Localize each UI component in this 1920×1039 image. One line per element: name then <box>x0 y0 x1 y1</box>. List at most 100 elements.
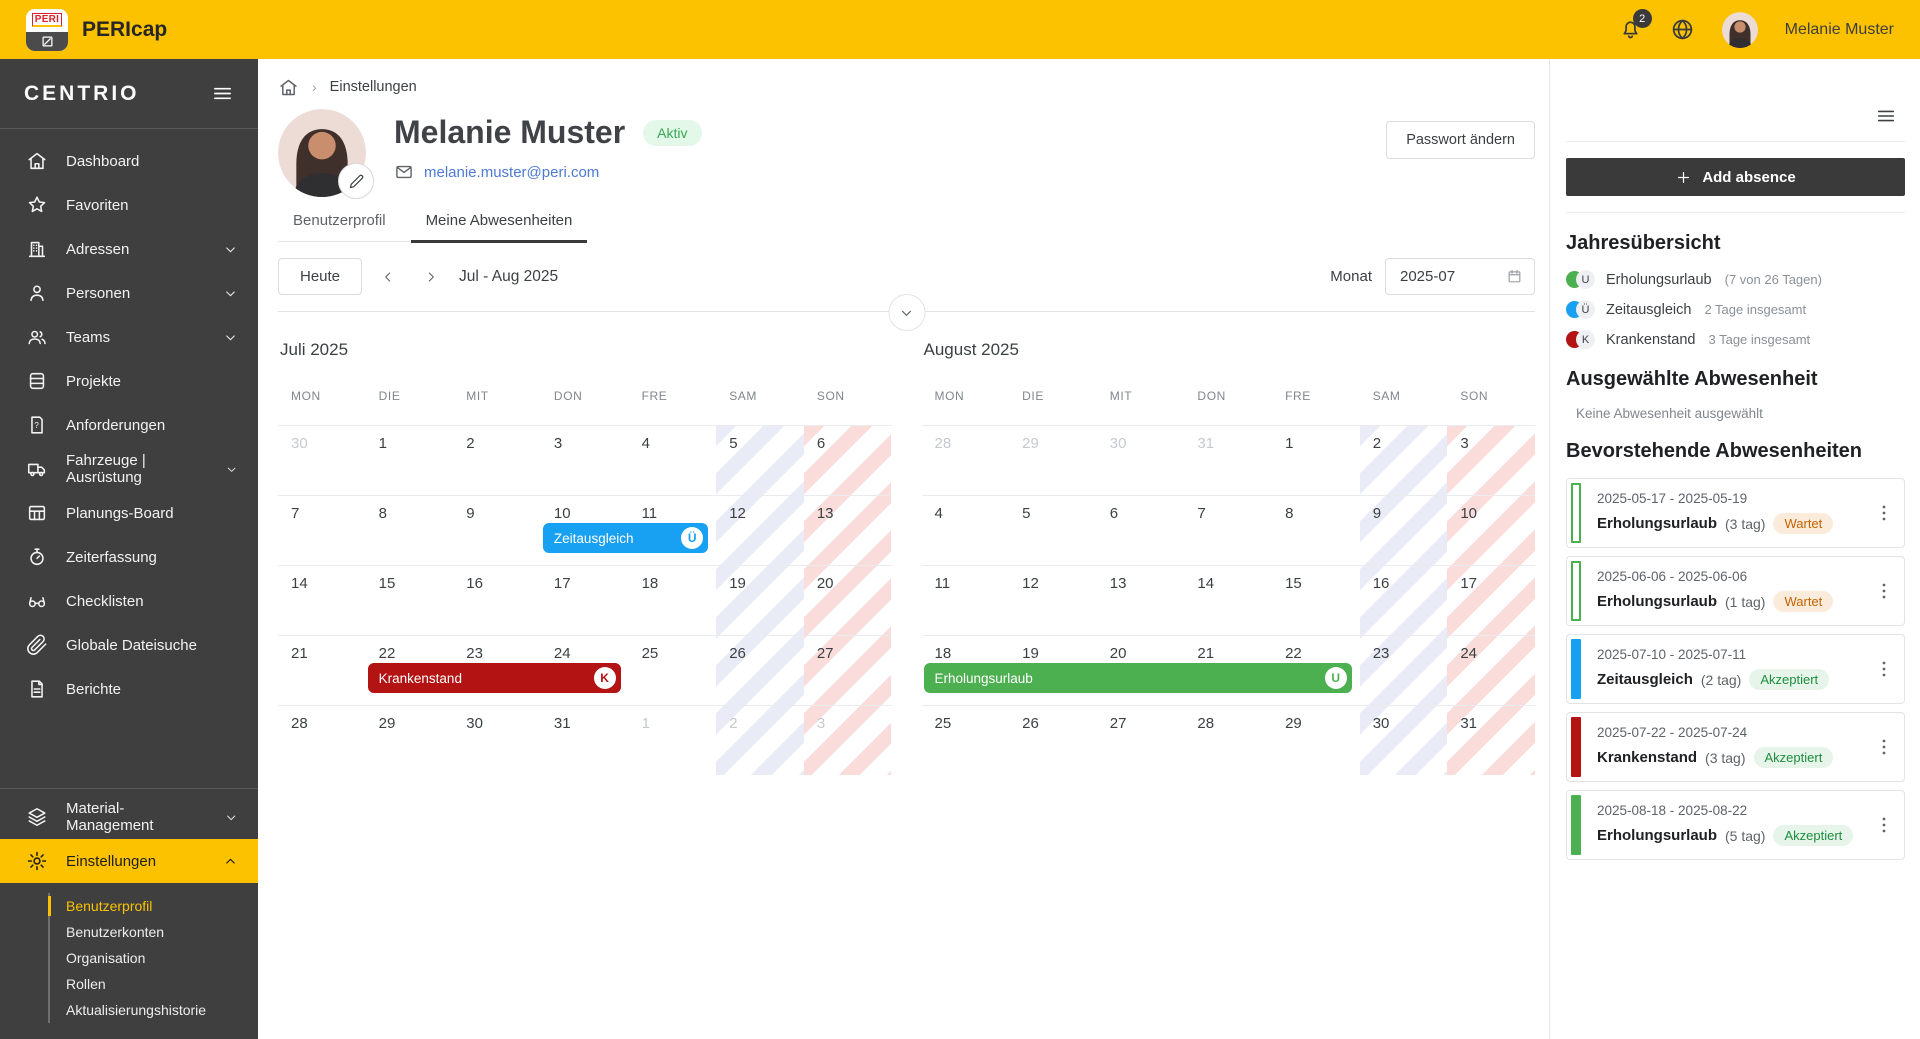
sidebar-subitem-benutzerkonten[interactable]: Benutzerkonten <box>50 919 258 945</box>
sidebar-item-planungs-board[interactable]: Planungs-Board <box>0 491 258 535</box>
day-cell[interactable]: 19 <box>716 566 804 635</box>
day-cell[interactable]: 29 <box>366 706 454 775</box>
day-cell[interactable]: 2 <box>1360 426 1448 495</box>
day-cell[interactable]: 23 <box>1360 636 1448 705</box>
chevron-right-icon[interactable] <box>414 260 448 294</box>
edit-avatar-button[interactable] <box>338 163 374 199</box>
change-password-button[interactable]: Passwort ändern <box>1386 121 1535 159</box>
day-cell[interactable]: 7 <box>1184 496 1272 565</box>
day-cell[interactable]: 30 <box>453 706 541 775</box>
user-avatar[interactable] <box>1722 12 1758 48</box>
sidebar-item-teams[interactable]: Teams <box>0 315 258 359</box>
topbar-user-name[interactable]: Melanie Muster <box>1785 21 1894 39</box>
day-cell[interactable]: 31 <box>1447 706 1535 775</box>
day-cell[interactable]: 12 <box>1009 566 1097 635</box>
tab-meine-abwesenheiten[interactable]: Meine Abwesenheiten <box>411 212 588 243</box>
day-cell[interactable]: 17 <box>541 566 629 635</box>
day-cell[interactable]: 6 <box>804 426 892 495</box>
day-cell[interactable]: 4 <box>922 496 1010 565</box>
day-cell[interactable]: 6 <box>1097 496 1185 565</box>
kebab-menu-icon[interactable] <box>1873 736 1895 758</box>
sidebar-subitem-organisation[interactable]: Organisation <box>50 945 258 971</box>
kebab-menu-icon[interactable] <box>1873 658 1895 680</box>
day-cell[interactable]: 29 <box>1272 706 1360 775</box>
day-cell[interactable]: 30 <box>1097 426 1185 495</box>
day-cell[interactable]: 24 <box>1447 636 1535 705</box>
day-cell[interactable]: 26 <box>1009 706 1097 775</box>
kebab-menu-icon[interactable] <box>1873 580 1895 602</box>
sidebar-collapse-button[interactable] <box>211 82 234 105</box>
day-cell[interactable]: 28 <box>1184 706 1272 775</box>
day-cell[interactable]: 10 <box>1447 496 1535 565</box>
day-cell[interactable]: 31 <box>1184 426 1272 495</box>
sidebar-subitem-rollen[interactable]: Rollen <box>50 971 258 997</box>
day-cell[interactable]: 1 <box>1272 426 1360 495</box>
sidebar-subitem-benutzerprofil[interactable]: Benutzerprofil <box>50 893 258 919</box>
day-cell[interactable]: 15 <box>1272 566 1360 635</box>
day-cell[interactable]: 7 <box>278 496 366 565</box>
profile-email-link[interactable]: melanie.muster@peri.com <box>424 164 599 181</box>
day-cell[interactable]: 31 <box>541 706 629 775</box>
language-globe-button[interactable] <box>1670 17 1695 42</box>
day-cell[interactable]: 8 <box>1272 496 1360 565</box>
absence-card[interactable]: 2025-08-18 - 2025-08-22Erholungsurlaub(5… <box>1566 790 1905 860</box>
kebab-menu-icon[interactable] <box>1873 502 1895 524</box>
day-cell[interactable]: 9 <box>453 496 541 565</box>
day-cell[interactable]: 8 <box>366 496 454 565</box>
day-cell[interactable]: 13 <box>1097 566 1185 635</box>
sidebar-item-personen[interactable]: Personen <box>0 271 258 315</box>
day-cell[interactable]: 20 <box>804 566 892 635</box>
day-cell[interactable]: 25 <box>922 706 1010 775</box>
day-cell[interactable]: 4 <box>629 426 717 495</box>
day-cell[interactable]: 16 <box>1360 566 1448 635</box>
day-cell[interactable]: 9 <box>1360 496 1448 565</box>
day-cell[interactable]: 2 <box>453 426 541 495</box>
day-cell[interactable]: 14 <box>1184 566 1272 635</box>
absence-card[interactable]: 2025-07-22 - 2025-07-24Krankenstand(3 ta… <box>1566 712 1905 782</box>
sidebar-item-anforderungen[interactable]: ?Anforderungen <box>0 403 258 447</box>
day-cell[interactable]: 28 <box>278 706 366 775</box>
sidebar-item-zeiterfassung[interactable]: Zeiterfassung <box>0 535 258 579</box>
panel-menu-icon[interactable] <box>1875 105 1897 127</box>
today-button[interactable]: Heute <box>278 258 362 295</box>
day-cell[interactable]: 13 <box>804 496 892 565</box>
sidebar-item-favoriten[interactable]: Favoriten <box>0 183 258 227</box>
sidebar-item-dashboard[interactable]: Dashboard <box>0 139 258 183</box>
sidebar-item-berichte[interactable]: Berichte <box>0 667 258 711</box>
month-picker-input[interactable]: 2025-07 <box>1385 258 1535 295</box>
day-cell[interactable]: 27 <box>1097 706 1185 775</box>
absence-event-bar[interactable]: KrankenstandK <box>368 663 621 693</box>
day-cell[interactable]: 2 <box>716 706 804 775</box>
kebab-menu-icon[interactable] <box>1873 814 1895 836</box>
breadcrumb-page[interactable]: Einstellungen <box>330 79 417 95</box>
day-cell[interactable]: 5 <box>716 426 804 495</box>
day-cell[interactable]: 15 <box>366 566 454 635</box>
day-cell[interactable]: 29 <box>1009 426 1097 495</box>
sidebar-item-globale-dateisuche[interactable]: Globale Dateisuche <box>0 623 258 667</box>
day-cell[interactable]: 27 <box>804 636 892 705</box>
day-cell[interactable]: 28 <box>922 426 1010 495</box>
home-icon[interactable] <box>278 77 299 98</box>
day-cell[interactable]: 21 <box>278 636 366 705</box>
collapse-toolbar-button[interactable] <box>888 294 925 331</box>
day-cell[interactable]: 30 <box>278 426 366 495</box>
day-cell[interactable]: 26 <box>716 636 804 705</box>
day-cell[interactable]: 14 <box>278 566 366 635</box>
sidebar-item-projekte[interactable]: Projekte <box>0 359 258 403</box>
day-cell[interactable]: 1 <box>629 706 717 775</box>
day-cell[interactable]: 1 <box>366 426 454 495</box>
day-cell[interactable]: 25 <box>629 636 717 705</box>
absence-card[interactable]: 2025-06-06 - 2025-06-06Erholungsurlaub(1… <box>1566 556 1905 626</box>
sidebar-item-checklisten[interactable]: Checklisten <box>0 579 258 623</box>
day-cell[interactable]: 16 <box>453 566 541 635</box>
day-cell[interactable]: 17 <box>1447 566 1535 635</box>
add-absence-button[interactable]: Add absence <box>1566 158 1905 196</box>
day-cell[interactable]: 3 <box>541 426 629 495</box>
chevron-left-icon[interactable] <box>371 260 405 294</box>
day-cell[interactable]: 3 <box>1447 426 1535 495</box>
day-cell[interactable]: 30 <box>1360 706 1448 775</box>
absence-card[interactable]: 2025-05-17 - 2025-05-19Erholungsurlaub(3… <box>1566 478 1905 548</box>
absence-event-bar[interactable]: ZeitausgleichÜ <box>543 523 708 553</box>
absence-event-bar[interactable]: ErholungsurlaubU <box>924 663 1352 693</box>
sidebar-item-adressen[interactable]: Adressen <box>0 227 258 271</box>
